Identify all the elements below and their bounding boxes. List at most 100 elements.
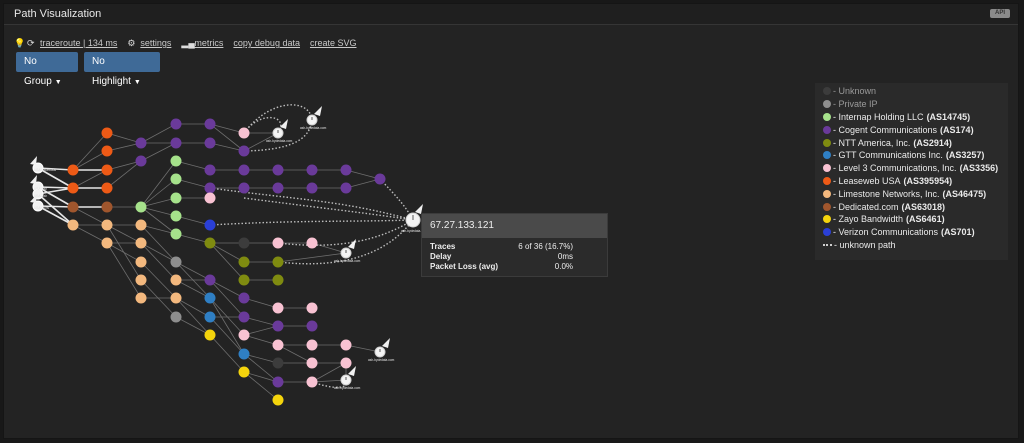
hop-node[interactable] [272,320,284,332]
hop-node[interactable] [272,256,284,268]
hop-node[interactable] [306,320,318,332]
hop-node[interactable] [204,164,216,176]
path-edge [175,316,211,336]
path-edge [106,224,142,281]
hop-node[interactable] [170,274,182,286]
hop-node[interactable] [101,182,113,194]
hop-node[interactable] [238,348,250,360]
hop-node[interactable] [306,357,318,369]
hop-node[interactable] [67,219,79,231]
hop-node[interactable] [135,274,147,286]
hop-node[interactable] [135,219,147,231]
hop-node[interactable] [272,357,284,369]
hop-node[interactable] [238,164,250,176]
hop-node[interactable] [238,311,250,323]
hop-node[interactable] [204,137,216,149]
hop-node[interactable] [340,164,352,176]
hop-node[interactable] [272,164,284,176]
hop-node[interactable] [306,339,318,351]
hop-node[interactable] [170,137,182,149]
hop-node[interactable] [238,127,250,139]
hop-node[interactable] [170,210,182,222]
hop-node[interactable] [101,201,113,213]
legend-asn: (AS3257) [945,150,985,161]
hop-node[interactable] [170,173,182,185]
path-edge [209,279,245,299]
hop-node[interactable] [238,329,250,341]
legend-item: - Cogent Communications (AS174) [823,123,1008,136]
unknown-path-edge [209,219,414,226]
tooltip-row-value: 6 of 36 (16.7%) [518,242,573,251]
hop-node[interactable] [374,173,386,185]
hop-node[interactable] [306,302,318,314]
hop-node[interactable] [238,274,250,286]
hop-node[interactable] [272,237,284,249]
hop-node[interactable] [238,237,250,249]
path-edge [72,169,108,189]
hop-node[interactable] [272,394,284,406]
path-edge [175,279,211,299]
legend-item: - Leaseweb USA (AS395954) [823,175,1008,188]
hop-node[interactable] [238,182,250,194]
hop-node[interactable] [170,292,182,304]
hop-node[interactable] [135,201,147,213]
legend-asn: (AS2914) [913,137,952,148]
hop-node[interactable] [204,192,216,204]
hop-node[interactable] [306,164,318,176]
hop-node[interactable] [101,219,113,231]
path-edge [140,160,177,208]
hop-node[interactable] [340,357,352,369]
hop-node[interactable] [272,339,284,351]
hop-node[interactable] [135,137,147,149]
hop-node[interactable] [101,237,113,249]
legend-asn: (AS701) [941,227,975,238]
hop-node[interactable] [306,182,318,194]
hop-node[interactable] [67,164,79,176]
hop-node[interactable] [170,192,182,204]
hop-node[interactable] [204,219,216,231]
path-edge [277,344,313,364]
hop-node[interactable] [238,292,250,304]
hop-node[interactable] [170,118,182,130]
path-edge [72,150,108,171]
hop-node[interactable] [204,329,216,341]
hop-node[interactable] [238,256,250,268]
hop-node[interactable] [135,292,147,304]
hop-node[interactable] [272,274,284,286]
legend-item: - Level 3 Communications, Inc. (AS3356) [823,162,1008,175]
hop-node[interactable] [170,256,182,268]
hop-node[interactable] [272,182,284,194]
hop-node[interactable] [101,145,113,157]
hop-node[interactable] [204,274,216,286]
path-edge [209,242,245,263]
hop-node[interactable] [306,237,318,249]
hop-node[interactable] [204,237,216,249]
hop-node[interactable] [135,256,147,268]
hop-node[interactable] [204,311,216,323]
target-label: ash-bydedata.com [334,386,361,390]
hop-node[interactable] [340,182,352,194]
hop-node[interactable] [67,182,79,194]
hop-node[interactable] [306,376,318,388]
hop-node[interactable] [170,228,182,240]
hop-node[interactable] [272,302,284,314]
hop-node[interactable] [135,237,147,249]
legend-swatch [823,112,831,121]
hop-node[interactable] [170,311,182,323]
hop-node[interactable] [101,127,113,139]
hop-node[interactable] [204,118,216,130]
hop-node[interactable] [204,292,216,304]
hop-node[interactable] [170,155,182,167]
hop-node[interactable] [135,155,147,167]
hop-node[interactable] [101,164,113,176]
path-edge [175,297,211,318]
hop-node[interactable] [204,182,216,194]
hop-node[interactable] [67,201,79,213]
legend-swatch [823,228,831,237]
legend-swatch [823,202,831,211]
hop-node[interactable] [340,339,352,351]
tooltip-row-value: 0ms [557,252,573,261]
hop-node[interactable] [238,366,250,378]
hop-node[interactable] [238,145,250,157]
hop-node[interactable] [272,376,284,388]
